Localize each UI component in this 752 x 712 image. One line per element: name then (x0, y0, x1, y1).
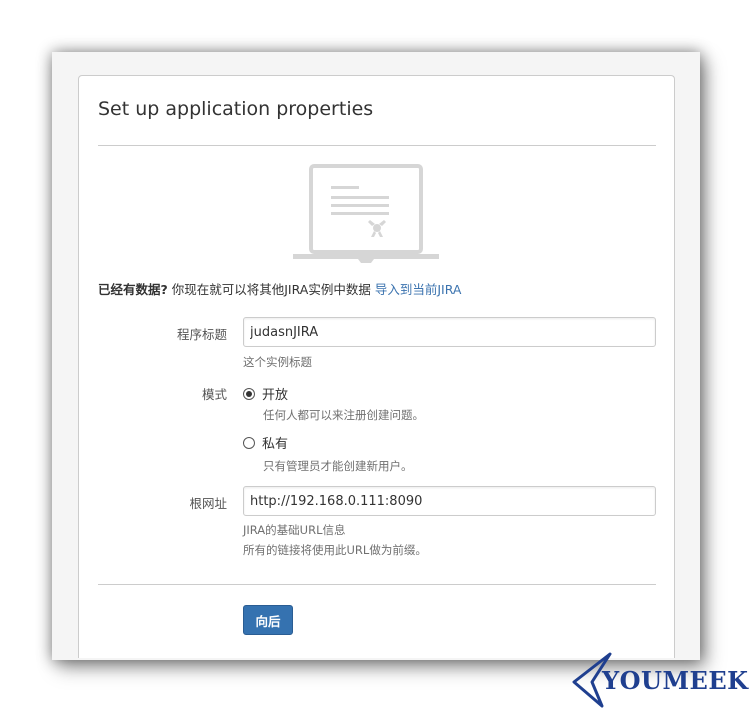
app-title-label: 程序标题 (176, 327, 227, 342)
watermark-logo: YOUMEEK (572, 650, 752, 710)
laptop-illustration-icon (293, 164, 439, 263)
mode-option-public[interactable]: 开放 (243, 384, 288, 403)
divider (98, 584, 656, 585)
base-url-help-line1: JIRA的基础URL信息 (243, 523, 346, 537)
import-notice-bold: 已经有数据? (98, 282, 168, 297)
base-url-label: 根网址 (189, 496, 227, 511)
import-notice-text: 你现在就可以将其他JIRA实例中数据 (167, 282, 375, 297)
import-link[interactable]: 导入到当前JIRA (375, 282, 462, 297)
mode-label: 模式 (201, 387, 227, 402)
mode-public-description: 任何人都可以来注册创建问题。 (263, 408, 424, 422)
base-url-help-line2: 所有的链接将使用此URL做为前缀。 (243, 543, 427, 557)
setup-panel: Set up application properties 已经有数据? 你现在… (78, 75, 675, 658)
watermark-text: YOUMEEK (602, 666, 749, 695)
app-title-input[interactable] (243, 317, 656, 347)
radio-public[interactable] (243, 387, 255, 400)
radio-private[interactable] (243, 436, 255, 449)
next-button[interactable]: 向后 (243, 605, 293, 635)
radio-public-label: 开放 (262, 388, 289, 403)
radio-private-label: 私有 (262, 437, 289, 452)
page-title: Set up application properties (98, 98, 374, 120)
base-url-input[interactable] (243, 486, 656, 516)
divider (98, 145, 656, 146)
mode-option-private[interactable]: 私有 (243, 433, 288, 452)
mode-private-description: 只有管理员才能创建新用户。 (263, 459, 413, 473)
import-notice: 已经有数据? 你现在就可以将其他JIRA实例中数据 导入到当前JIRA (98, 279, 461, 298)
app-title-help: 这个实例标题 (243, 355, 312, 369)
